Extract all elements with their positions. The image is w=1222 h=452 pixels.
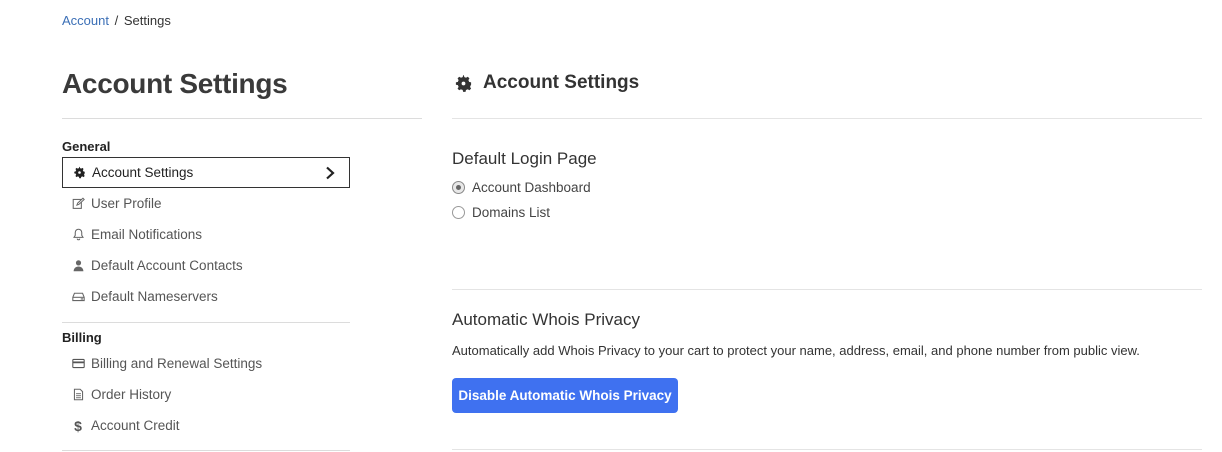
- sidebar-item-label: Default Nameservers: [91, 289, 218, 304]
- sidebar-item-user-profile[interactable]: User Profile: [62, 188, 350, 219]
- sidebar-item-label: Account Settings: [92, 165, 194, 180]
- disable-whois-privacy-button[interactable]: Disable Automatic Whois Privacy: [452, 378, 678, 413]
- main-divider: [452, 118, 1202, 119]
- server-icon: [71, 290, 85, 304]
- sidebar-item-label: Email Notifications: [91, 227, 203, 242]
- login-page-heading: Default Login Page: [452, 149, 597, 168]
- gear-icon: [455, 74, 472, 92]
- dollar-icon: $: [74, 417, 82, 434]
- page-title: Account Settings: [454, 72, 639, 94]
- document-icon: [71, 388, 85, 402]
- page-title-text: Account Settings: [483, 72, 640, 93]
- sidebar-item-label: Default Account Contacts: [91, 258, 243, 273]
- chevron-right-icon: [326, 166, 335, 180]
- radio-button[interactable]: [452, 206, 465, 219]
- sidebar-item-label: Order History: [91, 387, 172, 402]
- gear-icon: [72, 166, 86, 180]
- credit-card-icon: [71, 357, 85, 371]
- section-divider: [62, 322, 350, 323]
- bell-icon: [71, 228, 85, 242]
- breadcrumb-current: Settings: [123, 13, 171, 28]
- sidebar-item-default-account-contacts[interactable]: Default Account Contacts: [62, 250, 350, 281]
- radio-account-dashboard[interactable]: Account Dashboard: [452, 180, 591, 195]
- sidebar-item-order-history[interactable]: Order History: [62, 379, 350, 410]
- sidebar-item-email-notifications[interactable]: Email Notifications: [62, 219, 350, 250]
- sidebar-item-account-settings[interactable]: Account Settings: [62, 157, 350, 188]
- radio-label: Domains List: [472, 205, 551, 220]
- section-label-general: General: [62, 139, 111, 154]
- sidebar-item-billing-renewal[interactable]: Billing and Renewal Settings: [62, 348, 350, 379]
- main-divider: [452, 289, 1202, 290]
- breadcrumb: Account / Settings: [62, 13, 171, 28]
- section-divider: [62, 450, 350, 451]
- whois-description: Automatically add Whois Privacy to your …: [452, 343, 1140, 358]
- sidebar-item-label: Account Credit: [91, 418, 180, 433]
- sidebar-title: Account Settings: [62, 68, 288, 99]
- breadcrumb-account-link[interactable]: Account: [62, 13, 109, 28]
- section-label-billing: Billing: [62, 330, 102, 345]
- whois-heading: Automatic Whois Privacy: [452, 310, 640, 329]
- sidebar-item-label: Billing and Renewal Settings: [91, 356, 263, 371]
- sidebar-item-account-credit[interactable]: $ Account Credit: [62, 410, 350, 441]
- radio-button-checked[interactable]: [452, 181, 465, 194]
- main-divider: [452, 449, 1202, 450]
- sidebar-item-label: User Profile: [91, 196, 162, 211]
- sidebar-divider: [62, 118, 422, 119]
- edit-icon: [71, 197, 85, 211]
- breadcrumb-separator: /: [114, 13, 119, 28]
- radio-label: Account Dashboard: [472, 180, 591, 195]
- radio-domains-list[interactable]: Domains List: [452, 205, 550, 220]
- sidebar-item-default-nameservers[interactable]: Default Nameservers: [62, 281, 350, 312]
- user-icon: [71, 259, 85, 273]
